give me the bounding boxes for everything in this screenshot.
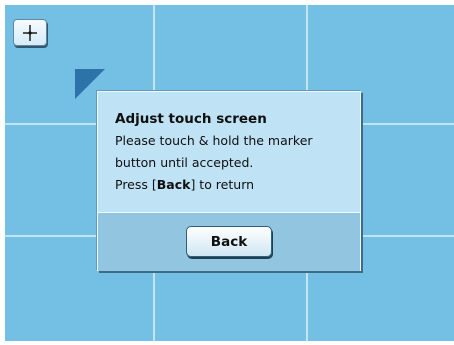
adjust-touch-dialog: Adjust touch screen Please touch & hold … [97,91,361,271]
instruction-suffix: ] to return [190,177,255,192]
instruction-line-1: Please touch & hold the marker [115,133,313,148]
instruction-back-keyword: Back [156,177,191,192]
instruction-prefix: Press [ [115,177,157,192]
dialog-footer: Back [98,212,360,271]
crosshair-icon [23,25,37,41]
calibration-screen[interactable]: Adjust touch screen Please touch & hold … [5,5,454,341]
instruction-line-2: button until accepted. [115,155,254,170]
back-button[interactable]: Back [186,226,272,257]
dialog-body: Adjust touch screen Please touch & hold … [98,92,360,212]
marker-button[interactable] [13,19,47,46]
instruction-line-3: Press [Back] to return [115,174,360,196]
dialog-title: Adjust touch screen [115,111,267,127]
